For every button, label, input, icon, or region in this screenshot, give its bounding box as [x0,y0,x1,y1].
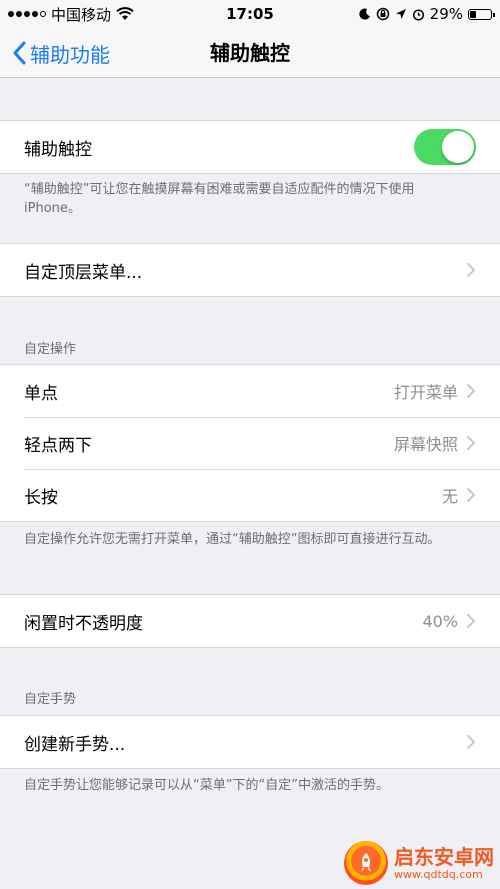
top-menu-group: 自定顶层菜单... [0,243,500,297]
idle-opacity-label: 闲置时不透明度 [24,613,143,634]
create-gesture-label: 创建新手势... [24,734,126,755]
location-icon [395,9,406,19]
chevron-right-icon [467,614,475,628]
create-gesture-row[interactable]: 创建新手势... [0,716,500,768]
double-tap-label: 轻点两下 [24,435,92,456]
chevron-right-icon [467,488,475,502]
double-tap-value: 屏幕快照 [393,435,458,454]
watermark-url: www.qdtdq.com [394,867,483,881]
back-button[interactable]: 辅助功能 [12,28,110,78]
wifi-icon [116,7,134,20]
back-button-label: 辅助功能 [30,42,110,67]
single-tap-row[interactable]: 单点 打开菜单 [0,365,500,417]
toggle-knob [442,131,474,163]
watermark-title: 启东安卓网 [394,844,494,869]
watermark: 启东安卓网 www.qdtdq.com [344,841,494,885]
moon-icon [359,8,370,20]
single-tap-label: 单点 [24,383,58,404]
double-tap-row[interactable]: 轻点两下 屏幕快照 [0,417,500,469]
long-press-value: 无 [441,487,458,506]
chevron-right-icon [467,735,475,749]
long-press-row[interactable]: 长按 无 [0,469,500,521]
chevron-right-icon [467,436,475,450]
carrier-label: 中国移动 [51,5,112,24]
custom-gestures-header: 自定手势 [24,692,77,707]
rocket-icon [361,853,371,872]
battery-icon [468,8,495,20]
assistive-touch-row: 辅助触控 [0,121,500,173]
assistive-touch-group: 辅助触控 [0,120,500,174]
navigation-bar: 辅助触控 辅助功能 [0,28,500,78]
custom-gestures-group: 创建新手势... [0,715,500,769]
long-press-label: 长按 [24,487,58,508]
alarm-icon [412,8,424,21]
customize-top-menu-label: 自定顶层菜单... [24,262,143,283]
single-tap-value: 打开菜单 [393,383,458,402]
status-left: 中国移动 [8,4,134,25]
custom-actions-group: 单点 打开菜单 轻点两下 屏幕快照 长按 无 [0,364,500,522]
assistive-touch-footnote: “辅助触控”可让您在触摸屏幕有困难或需要自适应配件的情况下使用 iPhone。 [24,182,415,216]
chevron-right-icon [467,384,475,398]
battery-percent: 29% [429,5,463,23]
custom-actions-header: 自定操作 [24,342,77,357]
idle-opacity-row[interactable]: 闲置时不透明度 40% [0,595,500,647]
watermark-logo-icon [344,841,388,885]
rotation-lock-icon [376,7,389,21]
idle-opacity-group: 闲置时不透明度 40% [0,594,500,648]
customize-top-menu-row[interactable]: 自定顶层菜单... [0,244,500,296]
battery-fill [470,10,476,18]
chevron-right-icon [467,263,475,277]
assistive-touch-toggle[interactable] [414,129,476,165]
custom-gestures-footnote: 自定手势让您能够记录可以从“菜单”下的“自定”中激活的手势。 [24,778,389,793]
assistive-touch-label: 辅助触控 [24,139,92,160]
signal-icon [8,11,46,17]
watermark-text: 启东安卓网 www.qdtdq.com [394,846,494,881]
status-bar: 中国移动 17:05 29% [0,0,500,28]
status-right: 29% [359,5,495,23]
custom-actions-footnote: 自定操作允许您无需打开菜单，通过“辅助触控”图标即可直接进行互动。 [24,532,441,547]
chevron-left-icon [13,41,26,65]
idle-opacity-value: 40% [422,611,458,631]
